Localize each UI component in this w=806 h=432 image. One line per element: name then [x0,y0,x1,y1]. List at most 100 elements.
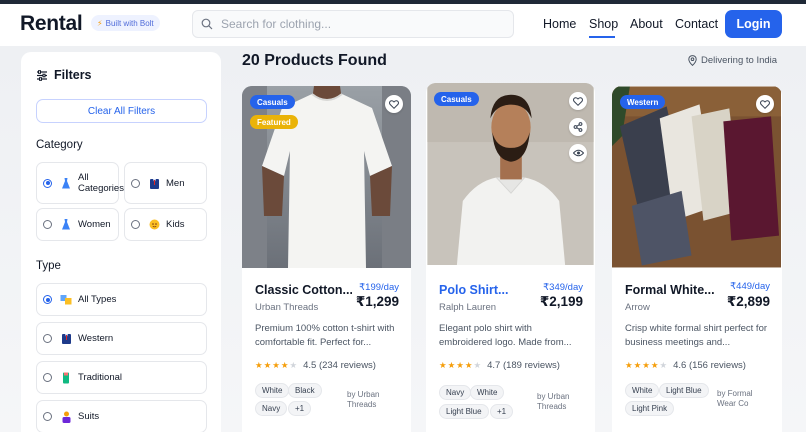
type-label-traditional: Traditional [78,372,123,383]
category-label: Category [36,139,83,151]
color-chip: Light Pink [625,401,675,416]
vendor-byline: by Urban Threads [537,392,570,411]
product-rating: ★★★★★ 4.6 (156 reviews) [625,360,746,371]
rating-text: 4.6 (156 reviews) [673,360,746,371]
clear-all-filters-button[interactable]: Clear All Filters [36,99,207,123]
color-chip: Light Blue [659,383,709,398]
search-icon [201,18,213,30]
delivery-text: Delivering to India [701,55,778,66]
color-chip: Black [288,383,322,398]
heart-icon [573,96,583,106]
rating-text: 4.7 (189 reviews) [487,360,560,371]
filters-title: Filters [54,68,92,82]
suit-icon [60,333,72,345]
sliders-icon [37,69,47,81]
price-per-day: ₹199/day [359,282,399,293]
product-price: ₹2,899 [726,294,770,309]
radio-selected[interactable] [43,295,52,304]
wishlist-button[interactable] [756,95,774,113]
product-rating: ★★★★★ 4.5 (234 reviews) [255,360,376,371]
color-chip: Navy [255,401,288,416]
type-option-traditional[interactable]: Traditional [36,361,207,394]
results-count-title: 20 Products Found [242,52,387,69]
category-badge: Casuals [250,95,295,109]
category-option-all[interactable]: All Categories [36,162,124,204]
type-option-western[interactable]: Western [36,322,207,355]
filters-sidebar: Filters Clear All Filters Category All C… [21,52,221,432]
category-option-kids[interactable]: Kids [124,208,207,241]
rating-stars-icon: ★★★★★ [625,360,669,370]
product-card[interactable]: Casuals Featured Classic Cotton... ₹199/… [242,86,411,432]
nav-contact[interactable]: Contact [675,17,718,31]
radio-unselected[interactable] [43,412,52,421]
radio-unselected[interactable] [43,220,52,229]
type-option-suits[interactable]: Suits [36,400,207,432]
price-per-day: ₹349/day [543,282,583,293]
child-face-icon [148,219,160,231]
delivery-location[interactable]: Delivering to India [688,55,777,66]
category-label-kids: Kids [166,219,185,230]
product-image-tshirt[interactable] [242,86,411,268]
vendor-byline: by Urban Threads [347,390,380,409]
rating-stars-icon: ★★★★★ [439,360,483,370]
radio-selected[interactable] [43,178,52,188]
product-name[interactable]: Formal White... [625,283,722,297]
color-chip: Navy [439,385,472,400]
type-label-all: All Types [78,294,117,305]
location-pin-icon [688,55,697,66]
product-description: Elegant polo shirt with embroidered logo… [439,323,572,348]
color-chip: White [625,383,660,398]
share-icon [573,122,583,132]
more-colors-chip: +1 [490,404,514,419]
filters-heading: Filters [36,68,92,82]
category-option-women[interactable]: Women [36,208,119,241]
price-per-day: ₹449/day [730,281,770,292]
wishlist-button[interactable] [385,95,403,113]
site-header: Rental ⚡ Built with Bolt Home Shop About… [0,4,806,46]
nav-about[interactable]: About [630,17,663,31]
site-logo[interactable]: Rental [20,12,83,36]
product-description: Crisp white formal shirt perfect for bus… [625,323,768,348]
product-name[interactable]: Classic Cotton... [255,283,352,297]
product-image-formal-shirts[interactable] [612,86,781,268]
radio-unselected[interactable] [131,220,140,229]
type-option-all[interactable]: All Types [36,283,207,316]
product-brand: Ralph Lauren [439,302,497,313]
login-button[interactable]: Login [725,10,782,38]
product-brand: Urban Threads [255,302,319,313]
product-card[interactable]: Western Formal White... ₹449/day Arrow ₹… [612,86,782,432]
kurta-icon [60,372,72,384]
radio-unselected[interactable] [131,178,140,188]
product-card[interactable]: Casuals Polo Shirt... ₹349/day Ralph Lau… [426,83,595,432]
type-label: Type [36,260,61,272]
quick-view-button[interactable] [569,144,587,162]
type-label-western: Western [78,333,114,344]
product-description: Premium 100% cotton t-shirt with comfort… [255,323,395,348]
heart-icon [389,99,399,109]
category-badge: Casuals [434,92,479,106]
color-chip: White [255,383,290,398]
dress-icon [60,219,72,231]
radio-unselected[interactable] [43,373,52,382]
rating-text: 4.5 (234 reviews) [303,360,376,371]
search-input[interactable] [221,17,501,31]
wishlist-button[interactable] [569,92,587,110]
more-colors-chip: +1 [288,401,312,416]
nav-active-indicator [589,36,615,38]
nav-home[interactable]: Home [543,17,576,31]
product-brand: Arrow [625,302,650,313]
category-option-men[interactable]: Men [124,162,207,204]
product-image-polo[interactable] [426,83,595,265]
product-name[interactable]: Polo Shirt... [439,283,536,297]
bolt-icon: ⚡ [97,18,103,28]
rating-stars-icon: ★★★★★ [255,360,299,370]
product-price: ₹2,199 [539,294,583,309]
color-chip: White [470,385,505,400]
type-label-suits: Suits [78,411,100,422]
radio-unselected[interactable] [43,334,52,343]
businessman-icon [60,411,72,423]
nav-shop[interactable]: Shop [589,17,618,31]
built-with-bolt-badge[interactable]: ⚡ Built with Bolt [91,15,160,31]
category-label-all: All Categories [78,172,124,194]
share-button[interactable] [569,118,587,136]
